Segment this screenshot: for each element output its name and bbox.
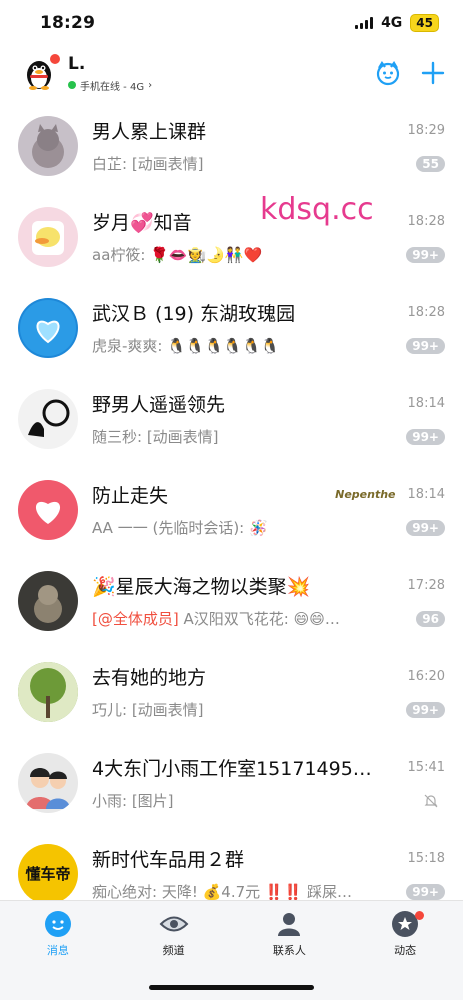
heart-avatar-icon — [35, 501, 61, 524]
bottom-tab-bar: 消息 频道 联系人 动态 — [0, 900, 463, 1000]
chat-avatar: 懂车帝 — [18, 843, 78, 900]
chat-avatar — [18, 661, 78, 722]
unread-badge: 99+ — [406, 701, 445, 718]
chat-time: 18:28 — [407, 214, 445, 229]
unread-badge: 99+ — [406, 883, 445, 900]
chat-title: 4大东门小雨工作室15171495… — [92, 758, 372, 780]
tab-label: 消息 — [46, 944, 69, 957]
contacts-icon — [278, 913, 301, 936]
profile-info[interactable]: L. 手机在线 - 4G › — [68, 54, 375, 93]
signal-icon — [355, 17, 374, 29]
heart-globe-avatar-icon — [20, 299, 76, 356]
muted-bell-icon — [424, 794, 438, 807]
status-time: 18:29 — [40, 13, 96, 33]
avatar-notification-dot — [50, 54, 60, 64]
chat-tag: Nepenthe — [335, 488, 396, 501]
chat-avatar — [18, 479, 78, 540]
chat-title: 新时代车品用２群 — [92, 849, 245, 871]
message-icon — [44, 911, 71, 937]
chat-preview: 小雨: [图片] — [92, 792, 174, 810]
tab-messages[interactable]: 消息 — [8, 909, 108, 958]
chevron-right-icon: › — [148, 79, 153, 91]
status-bar: 18:29 4G 45 — [0, 0, 463, 46]
chat-title: 武汉Ｂ (19) 东湖玫瑰园 — [92, 303, 296, 325]
home-indicator[interactable] — [149, 985, 314, 990]
chat-preview: 随三秒: [动画表情] — [92, 428, 219, 446]
chat-time: 18:28 — [407, 305, 445, 320]
header-actions — [375, 60, 445, 86]
chat-title: 🎉星辰大海之物以类聚💥 — [92, 576, 311, 598]
feed-notification-dot — [415, 911, 425, 920]
chat-avatar — [18, 115, 78, 176]
chat-preview: AA 一一 (先临时会话): 🪅 — [92, 519, 268, 537]
battery-icon: 45 — [410, 14, 439, 32]
conversation-item[interactable]: 懂车帝 新时代车品用２群 15:18 痴心绝对: 天降! 💰4.7元 ‼️‼️ … — [0, 828, 463, 900]
chat-preview: aa柠筱: 🌹👄🧑‍🌾🌛👫❤️ — [92, 246, 263, 264]
chat-avatar — [18, 752, 78, 813]
chat-title: 野男人遥遥领先 — [92, 394, 226, 416]
mention-all-tag: [@全体成员] — [92, 610, 179, 628]
chat-time: 17:28 — [407, 578, 445, 593]
channel-icon — [159, 916, 189, 932]
chat-preview: 虎泉-爽爽: 🐧🐧🐧🐧🐧🐧 — [92, 337, 280, 355]
unread-badge: 96 — [416, 610, 445, 627]
chat-body: 男人累上课群 18:29 白芷: [动画表情] 55 — [92, 117, 445, 174]
tab-label: 频道 — [162, 944, 185, 957]
conversation-item[interactable]: 🎉星辰大海之物以类聚💥 17:28 [@全体成员] A汉阳双飞花花: 😄😄… 9… — [0, 555, 463, 646]
chat-title: 岁月💞知音 — [92, 212, 192, 234]
cat-photo-avatar-icon — [34, 584, 62, 623]
cat-avatar-icon — [32, 123, 64, 168]
chat-time: 15:18 — [407, 851, 445, 866]
tab-channels[interactable]: 频道 — [124, 909, 224, 958]
chat-preview: 白芷: [动画表情] — [92, 155, 204, 173]
tree-avatar-icon — [18, 661, 78, 722]
brand-logo-text: 懂车帝 — [25, 865, 71, 883]
conversation-item[interactable]: 去有她的地方 16:20 巧儿: [动画表情] 99+ — [0, 646, 463, 737]
online-status[interactable]: 手机在线 - 4G › — [68, 78, 375, 93]
pet-face-icon[interactable] — [375, 60, 401, 86]
tab-label: 联系人 — [272, 944, 306, 957]
my-avatar[interactable] — [22, 54, 60, 90]
chat-preview: 巧儿: [动画表情] — [92, 701, 204, 719]
conversation-item[interactable]: 武汉Ｂ (19) 东湖玫瑰园 18:28 虎泉-爽爽: 🐧🐧🐧🐧🐧🐧 99+ — [0, 282, 463, 373]
chat-time: 18:14 — [407, 487, 445, 502]
unread-badge: 55 — [416, 155, 445, 172]
chat-preview: [@全体成员] A汉阳双飞花花: 😄😄… — [92, 610, 340, 628]
chat-title: 防止走失 — [92, 485, 169, 507]
network-type: 4G — [381, 15, 403, 31]
online-dot-icon — [68, 81, 76, 89]
conversation-item[interactable]: 男人累上课群 18:29 白芷: [动画表情] 55 — [0, 100, 463, 191]
plus-icon[interactable] — [421, 61, 445, 85]
conversation-item[interactable]: 防止走失 Nepenthe 18:14 AA 一一 (先临时会话): 🪅 99+ — [0, 464, 463, 555]
chat-avatar — [18, 388, 78, 449]
chat-title: 去有她的地方 — [92, 667, 207, 689]
chat-time: 16:20 — [407, 669, 445, 684]
conversation-list[interactable]: 男人累上课群 18:29 白芷: [动画表情] 55 岁月💞知音 18:28 a… — [0, 100, 463, 900]
sketch-avatar-icon — [28, 399, 70, 437]
duck-avatar-icon — [32, 220, 64, 255]
unread-badge: 99+ — [406, 519, 445, 536]
chat-title: 男人累上课群 — [92, 121, 207, 143]
unread-badge: 99+ — [406, 246, 445, 263]
chat-preview: 痴心绝对: 天降! 💰4.7元 ‼️‼️ 踩屎… — [92, 883, 353, 900]
chat-avatar — [18, 297, 78, 358]
unread-badge: 99+ — [406, 337, 445, 354]
chat-time: 15:41 — [407, 760, 445, 775]
tab-label: 动态 — [394, 944, 417, 957]
conversation-item[interactable]: 4大东门小雨工作室15171495… 15:41 小雨: [图片] — [0, 737, 463, 828]
tab-contacts[interactable]: 联系人 — [239, 909, 339, 958]
profile-name: L. — [68, 53, 86, 74]
chat-avatar — [18, 570, 78, 631]
online-status-text: 手机在线 - 4G — [80, 81, 145, 93]
header: L. 手机在线 - 4G › — [0, 46, 463, 100]
tab-feed[interactable]: 动态 — [355, 909, 455, 958]
chat-time: 18:14 — [407, 396, 445, 411]
chat-time: 18:29 — [407, 123, 445, 138]
status-indicators: 4G 45 — [355, 14, 439, 32]
couple-avatar-icon — [26, 767, 70, 809]
conversation-item[interactable]: 野男人遥遥领先 18:14 随三秒: [动画表情] 99+ — [0, 373, 463, 464]
chat-avatar — [18, 206, 78, 267]
unread-badge: 99+ — [406, 428, 445, 445]
conversation-item[interactable]: 岁月💞知音 18:28 aa柠筱: 🌹👄🧑‍🌾🌛👫❤️ 99+ — [0, 191, 463, 282]
